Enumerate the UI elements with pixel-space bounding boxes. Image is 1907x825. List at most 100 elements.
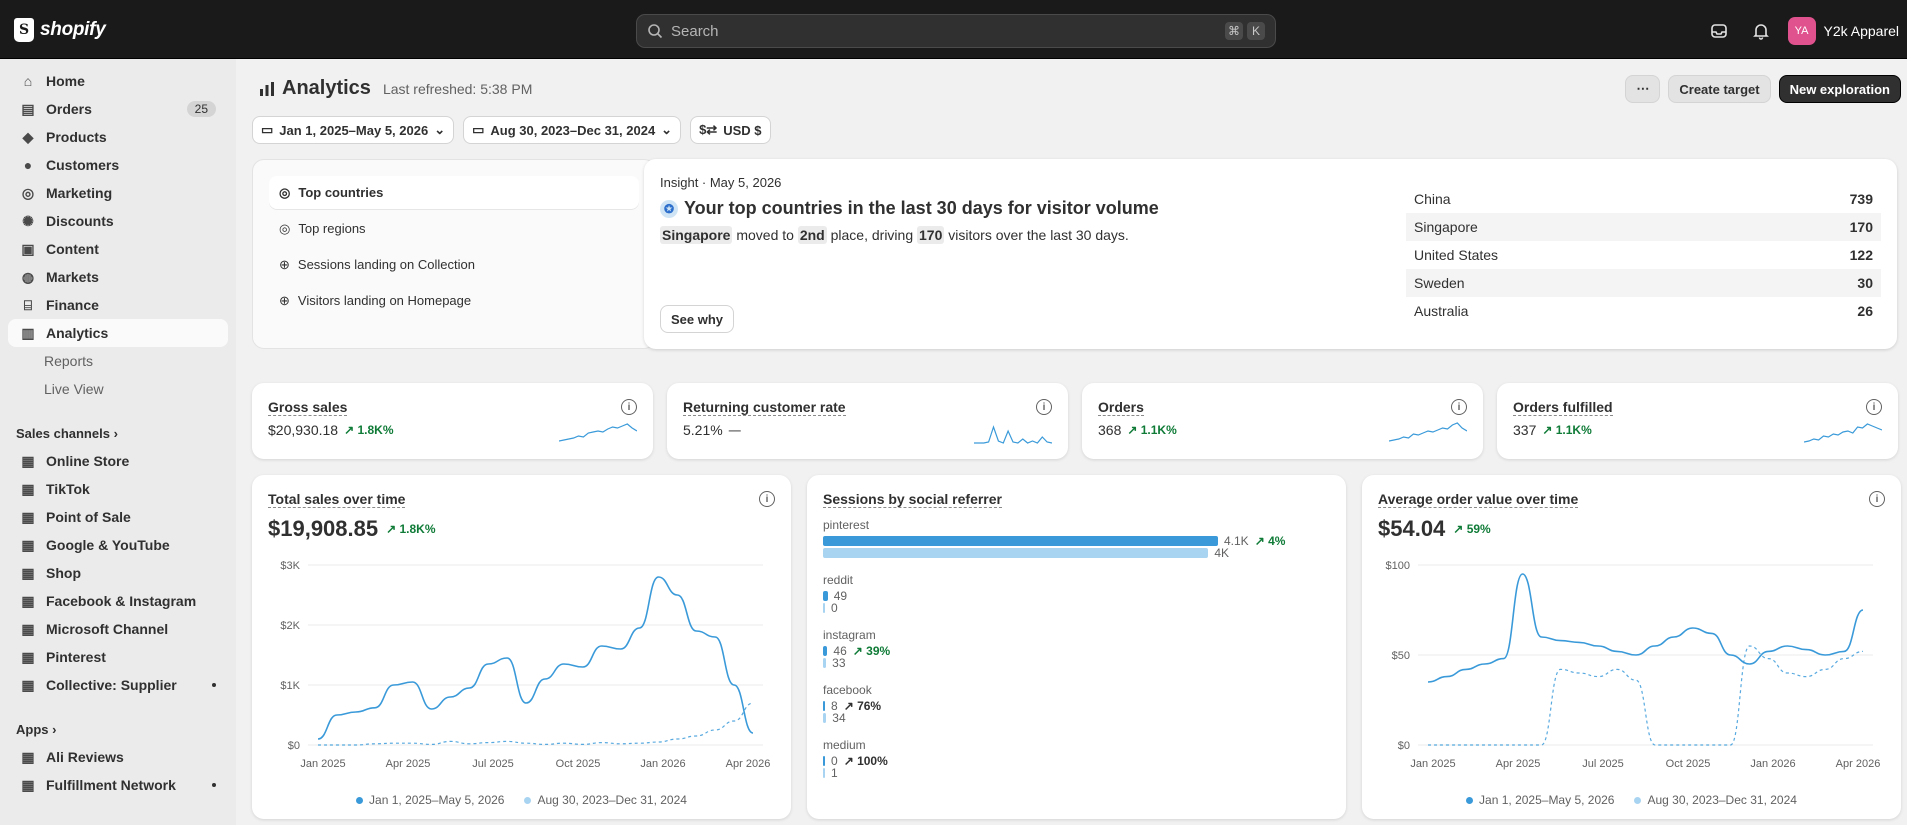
kpi-card[interactable]: Gross sales i $20,930.18 ↗ 1.8K% xyxy=(252,383,653,459)
ribbon-icon: ◎ xyxy=(279,184,291,200)
more-actions-button[interactable]: ⋯ xyxy=(1625,75,1661,103)
bar-current[interactable] xyxy=(823,646,828,656)
insight-item-sessions-collection[interactable]: ⊕ Sessions landing on Collection xyxy=(269,248,639,281)
bar-current[interactable] xyxy=(823,536,1218,546)
compare-range-picker[interactable]: ▭ Aug 30, 2023–Dec 31, 2024 ⌄ xyxy=(463,116,682,144)
bar-previous[interactable] xyxy=(823,713,827,723)
x-tick-label: Apr 2025 xyxy=(386,758,431,770)
sidebar-item-discounts[interactable]: ✺ Discounts xyxy=(8,207,228,235)
channel-collective-supplier[interactable]: ▦ Collective: Supplier xyxy=(8,671,228,699)
bar-row: 33 xyxy=(823,656,1330,670)
sidebar-subitem-reports[interactable]: Reports xyxy=(8,347,228,375)
new-exploration-button[interactable]: New exploration xyxy=(1778,75,1901,103)
bar-previous[interactable] xyxy=(823,548,1209,558)
referrer-group: reddit 49 0 xyxy=(823,573,1330,615)
referrer-name: pinterest xyxy=(823,518,870,532)
y-tick-label: $50 xyxy=(1392,650,1410,662)
info-icon[interactable]: i xyxy=(1866,399,1882,415)
app-ali-reviews[interactable]: ▦ Ali Reviews xyxy=(8,743,228,771)
channel-google-youtube[interactable]: ▦ Google & YouTube xyxy=(8,531,228,559)
referrer-name: facebook xyxy=(823,683,872,697)
kpi-label: Orders xyxy=(1098,399,1144,416)
sparkline xyxy=(1389,422,1467,442)
info-icon[interactable]: i xyxy=(759,491,775,507)
sidebar-item-markets[interactable]: ◍ Markets xyxy=(8,263,228,291)
date-range-picker[interactable]: ▭ Jan 1, 2025–May 5, 2026 ⌄ xyxy=(252,116,455,144)
shopify-logo[interactable]: shopify xyxy=(14,18,106,42)
analytics-icon xyxy=(260,81,274,96)
country-name: Sweden xyxy=(1414,275,1465,291)
sidebar-item-label: Discounts xyxy=(46,213,114,229)
country-visitors: 26 xyxy=(1857,303,1873,319)
bar-previous[interactable] xyxy=(823,603,825,613)
series-line-current xyxy=(1427,573,1864,683)
kpi-value: 368 xyxy=(1098,422,1122,438)
country-row: China 739 xyxy=(1406,185,1881,213)
shopify-bag-icon xyxy=(14,18,34,42)
bar-previous[interactable] xyxy=(823,658,827,668)
insight-item-visitors-homepage[interactable]: ⊕ Visitors landing on Homepage xyxy=(269,284,639,317)
see-why-button[interactable]: See why xyxy=(660,305,735,333)
total-sales-card[interactable]: Total sales over time i $19,908.85 ↗ 1.8K… xyxy=(252,475,791,819)
store-menu[interactable]: YA Y2k Apparel xyxy=(1787,17,1899,45)
bar-current[interactable] xyxy=(823,756,825,766)
sidebar-item-label: Markets xyxy=(46,269,99,285)
kpi-card[interactable]: Orders i 368 ↗ 1.1K% xyxy=(1082,383,1483,459)
sidebar-item-finance[interactable]: ⌸ Finance xyxy=(8,291,228,319)
bar-current[interactable] xyxy=(823,591,828,601)
info-icon[interactable]: i xyxy=(1036,399,1052,415)
x-tick-label: Oct 2025 xyxy=(1666,758,1711,770)
social-referrer-card[interactable]: Sessions by social referrer pinterest 4.1… xyxy=(807,475,1346,819)
bar-row: 49 xyxy=(823,589,1330,603)
sidebar-item-label: Customers xyxy=(46,157,120,173)
bar-delta: ↗ 4% xyxy=(1254,534,1286,548)
channel-icon: ▦ xyxy=(21,480,35,497)
kbd-cmd: ⌘ xyxy=(1225,22,1243,40)
sidebar-item-customers[interactable]: ● Customers xyxy=(8,151,228,179)
currency-picker[interactable]: $⇄ USD $ xyxy=(690,116,771,144)
kpi-card[interactable]: Returning customer rate i 5.21% — xyxy=(667,383,1068,459)
info-icon[interactable]: i xyxy=(1869,491,1885,507)
apps-heading[interactable]: Apps › xyxy=(0,715,236,743)
bar-value-label: 4K xyxy=(1214,546,1230,560)
app-icon: ▦ xyxy=(21,748,35,765)
channel-pinterest[interactable]: ▦ Pinterest xyxy=(8,643,228,671)
channel-point-of-sale[interactable]: ▦ Point of Sale xyxy=(8,503,228,531)
channel-tiktok[interactable]: ▦ TikTok xyxy=(8,475,228,503)
bar-current[interactable] xyxy=(823,701,825,711)
sales-channels-heading[interactable]: Sales channels › xyxy=(0,419,236,447)
insight-item-top-regions[interactable]: ◎ Top regions xyxy=(269,212,639,245)
sidebar-item-home[interactable]: ⌂ Home xyxy=(8,67,228,95)
sidebar-subitem-live-view[interactable]: Live View xyxy=(8,375,228,403)
channel-online-store[interactable]: ▦ Online Store xyxy=(8,447,228,475)
bar-previous[interactable] xyxy=(823,768,825,778)
create-target-button[interactable]: Create target xyxy=(1668,75,1771,103)
aov-card[interactable]: Average order value over time i $54.04 ↗ … xyxy=(1362,475,1901,819)
channel-microsoft-channel[interactable]: ▦ Microsoft Channel xyxy=(8,615,228,643)
bar-value-label: 1 xyxy=(831,766,838,780)
sidebar-item-products[interactable]: ◆ Products xyxy=(8,123,228,151)
chevron-right-icon: › xyxy=(52,721,57,737)
channel-facebook-instagram[interactable]: ▦ Facebook & Instagram xyxy=(8,587,228,615)
country-name: China xyxy=(1414,191,1451,207)
orders-icon: ▤ xyxy=(21,100,35,117)
country-name: United States xyxy=(1414,247,1499,263)
app-fulfillment-network[interactable]: ▦ Fulfillment Network xyxy=(8,771,228,799)
aov-chart: $0 $50 $100 Jan 2025 Apr 2025 Jul 2025 Oct 202… xyxy=(1386,560,1881,770)
country-row: Sweden 30 xyxy=(1406,269,1881,297)
sidebar-item-marketing[interactable]: ◎ Marketing xyxy=(8,179,228,207)
bell-icon[interactable] xyxy=(1746,16,1776,46)
info-icon[interactable]: i xyxy=(1451,399,1467,415)
kpi-card[interactable]: Orders fulfilled i 337 ↗ 1.1K% xyxy=(1497,383,1898,459)
search-bar[interactable]: Search ⌘ K xyxy=(636,14,1276,48)
info-icon[interactable]: i xyxy=(621,399,637,415)
search-icon xyxy=(648,24,663,39)
insight-item-top-countries[interactable]: ◎ Top countries xyxy=(269,176,639,209)
sidebar-item-analytics[interactable]: ▥ Analytics xyxy=(8,319,228,347)
sidebar-item-content[interactable]: ▣ Content xyxy=(8,235,228,263)
sidebar-item-orders[interactable]: ▤ Orders 25 xyxy=(8,95,228,123)
bar-delta: ↗ 39% xyxy=(852,644,891,658)
channel-shop[interactable]: ▦ Shop xyxy=(8,559,228,587)
inbox-icon[interactable] xyxy=(1704,16,1734,46)
kpi-label: Returning customer rate xyxy=(683,399,846,416)
